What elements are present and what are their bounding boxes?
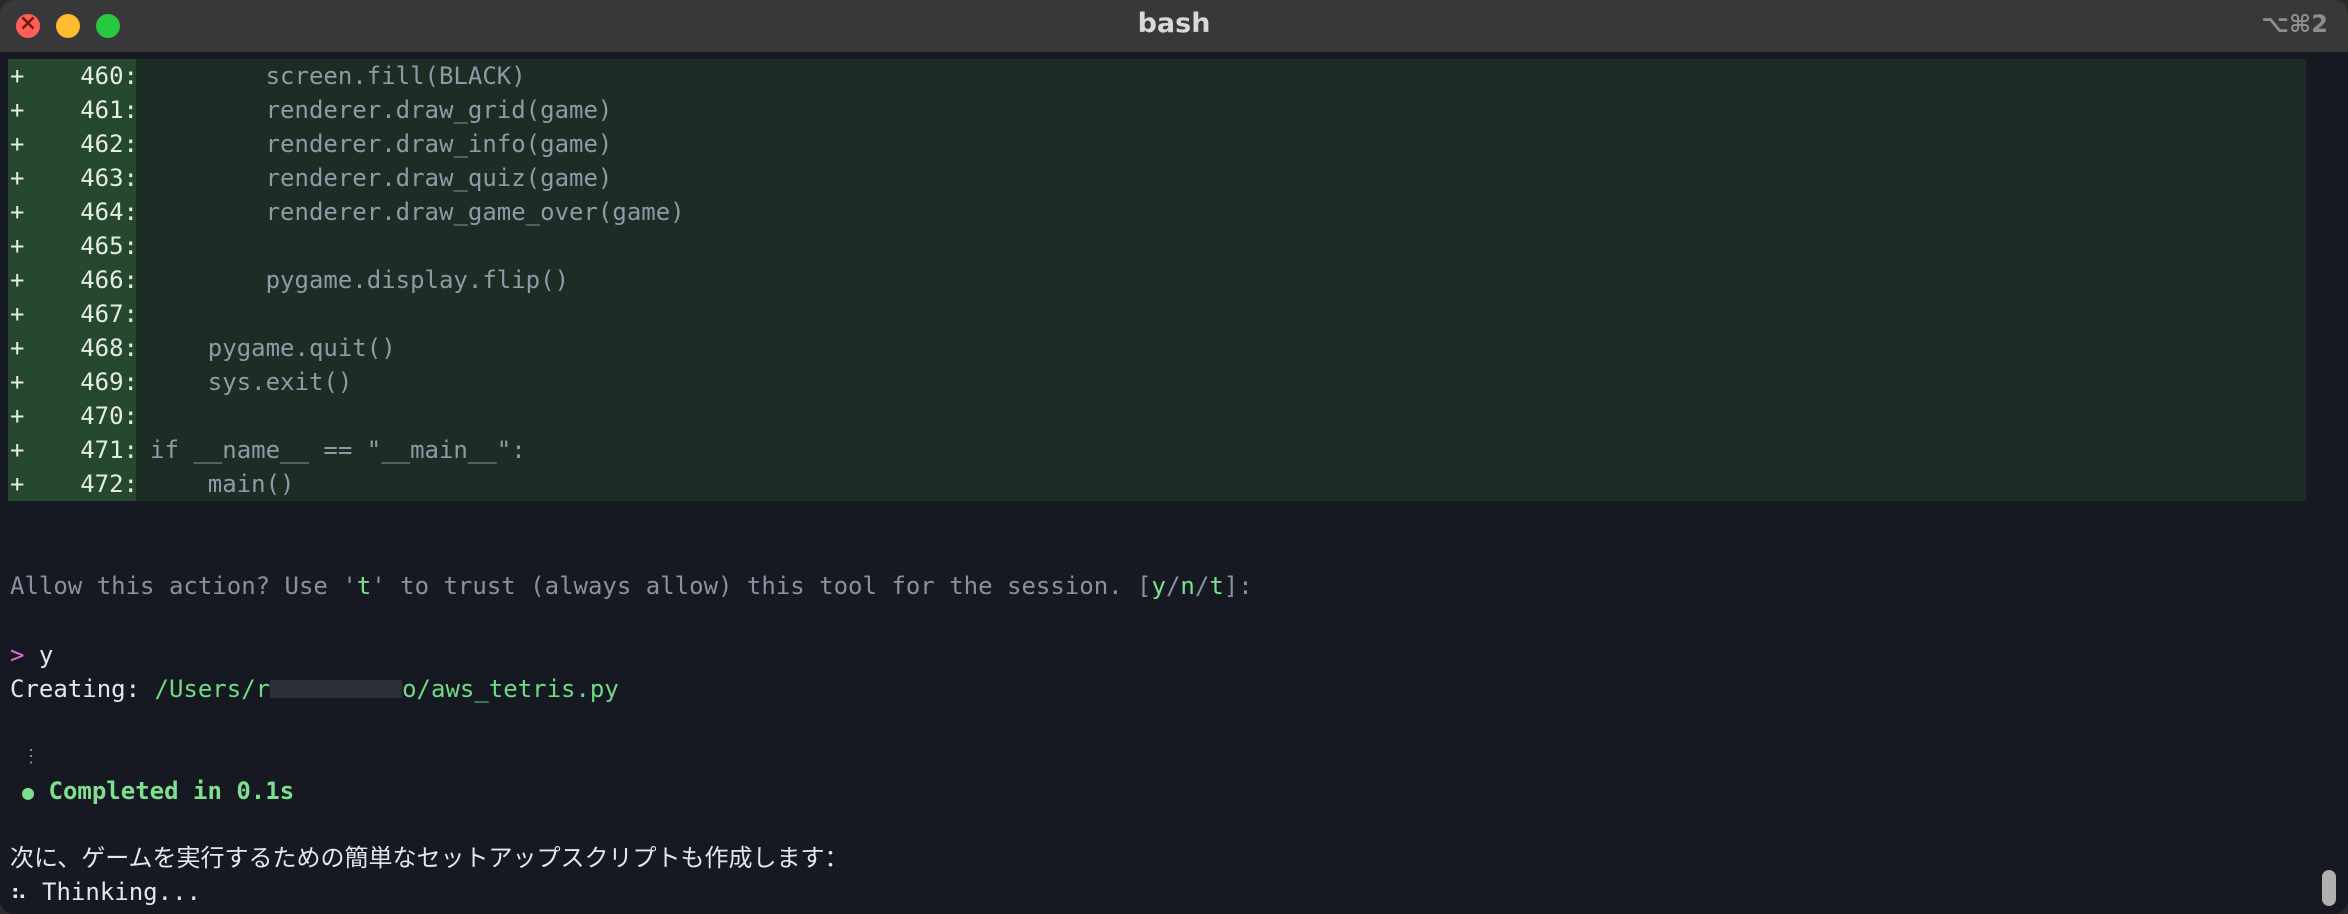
diff-added-marker: + — [10, 198, 25, 226]
prompt-text-after: ]: — [1223, 572, 1253, 600]
line-number: 460: — [80, 62, 138, 90]
diff-line: +466: pygame.display.flip() — [8, 263, 2306, 297]
thinking-spinner-icon: ⠦ — [10, 878, 28, 906]
line-number: 471: — [80, 436, 138, 464]
code-text: screen.fill(BLACK) — [150, 62, 526, 90]
diff-added-marker: + — [10, 470, 25, 498]
thinking-line: ⠦ Thinking... — [10, 877, 201, 907]
completed-status: ● Completed in 0.1s — [22, 776, 294, 807]
thinking-text: Thinking... — [42, 878, 201, 906]
diff-line: +467: — [8, 297, 2306, 331]
line-number: 463: — [80, 164, 138, 192]
diff-line: +471: if __name__ == "__main__": — [8, 433, 2306, 467]
option-yes: y — [1151, 572, 1166, 600]
option-no: n — [1180, 572, 1195, 600]
line-number: 469: — [80, 368, 138, 396]
path-start: /Users/r — [154, 675, 271, 703]
diff-added-marker: + — [10, 130, 25, 158]
code-text: main() — [150, 470, 295, 498]
diff-added-marker: + — [10, 232, 25, 260]
diff-added-marker: + — [10, 334, 25, 362]
code-text: pygame.quit() — [150, 334, 396, 362]
diff-line: +465: — [8, 229, 2306, 263]
line-number: 462: — [80, 130, 138, 158]
prompt-text-before: Allow this action? Use ' — [10, 572, 357, 600]
code-text: renderer.draw_grid(game) — [150, 96, 613, 124]
completed-text: Completed in 0.1s — [48, 777, 295, 805]
diff-line: +461: renderer.draw_grid(game) — [8, 93, 2306, 127]
diff-line: +469: sys.exit() — [8, 365, 2306, 399]
assistant-message: 次に、ゲームを実行するための簡単なセットアップスクリプトも作成します： — [10, 844, 849, 872]
line-number: 466: — [80, 266, 138, 294]
line-number: 461: — [80, 96, 138, 124]
prompt-text-middle: ' to trust (always allow) this tool for … — [371, 572, 1152, 600]
diff-added-marker: + — [10, 436, 25, 464]
permission-prompt: Allow this action? Use 't' to trust (alw… — [10, 571, 1253, 601]
diff-added-marker: + — [10, 266, 25, 294]
title-bar: bash ⌥⌘2 — [0, 0, 2348, 53]
option-separator: / — [1165, 572, 1181, 600]
line-number: 468: — [80, 334, 138, 362]
diff-added-marker: + — [10, 62, 25, 90]
diff-line: +460: screen.fill(BLACK) — [8, 59, 2306, 93]
code-text: renderer.draw_game_over(game) — [150, 198, 685, 226]
window-title: bash — [1137, 8, 1211, 39]
code-text: pygame.display.flip() — [150, 266, 570, 294]
trust-key: t — [356, 572, 372, 600]
diff-line: +463: renderer.draw_quiz(game) — [8, 161, 2306, 195]
diff-line: +472: main() — [8, 467, 2306, 501]
creating-label: Creating: — [10, 675, 155, 703]
terminal-content[interactable]: +460: screen.fill(BLACK) +461: renderer.d… — [0, 53, 2348, 914]
diff-added-marker: + — [10, 164, 25, 192]
line-number: 472: — [80, 470, 138, 498]
spinner-dots: ⋮ — [22, 746, 40, 767]
diff-line: +464: renderer.draw_game_over(game) — [8, 195, 2306, 229]
line-number: 464: — [80, 198, 138, 226]
diff-line: +468: pygame.quit() — [8, 331, 2306, 365]
code-text: if __name__ == "__main__": — [150, 436, 526, 464]
input-line[interactable]: > y — [10, 640, 53, 670]
diff-added-marker: + — [10, 96, 25, 124]
line-number: 465: — [80, 232, 138, 260]
creating-line: Creating: /Users/r o/aws_tetris.py — [10, 674, 619, 704]
diff-added-marker: + — [10, 402, 25, 430]
option-trust: t — [1209, 572, 1224, 600]
diff-line: +462: renderer.draw_info(game) — [8, 127, 2306, 161]
scrollbar-thumb[interactable] — [2322, 870, 2336, 906]
diff-line: +470: — [8, 399, 2306, 433]
diff-added-marker: + — [10, 300, 25, 328]
line-number: 470: — [80, 402, 138, 430]
window-shortcut: ⌥⌘2 — [2261, 10, 2328, 38]
code-text: renderer.draw_quiz(game) — [150, 164, 613, 192]
redaction-box — [270, 680, 403, 698]
terminal-window: bash ⌥⌘2 +460: screen.fill(BLACK)+461: r… — [0, 0, 2348, 914]
diff-added-marker: + — [10, 368, 25, 396]
user-answer: y — [38, 641, 54, 669]
diff-block: +460: screen.fill(BLACK) +461: renderer.d… — [8, 59, 2306, 501]
code-text: renderer.draw_info(game) — [150, 130, 613, 158]
option-separator: / — [1194, 572, 1210, 600]
code-text: sys.exit() — [150, 368, 353, 396]
status-dot-icon: ● — [22, 780, 35, 804]
path-end: o/aws_tetris.py — [402, 675, 619, 703]
line-number: 467: — [80, 300, 138, 328]
prompt-caret: > — [10, 641, 25, 669]
